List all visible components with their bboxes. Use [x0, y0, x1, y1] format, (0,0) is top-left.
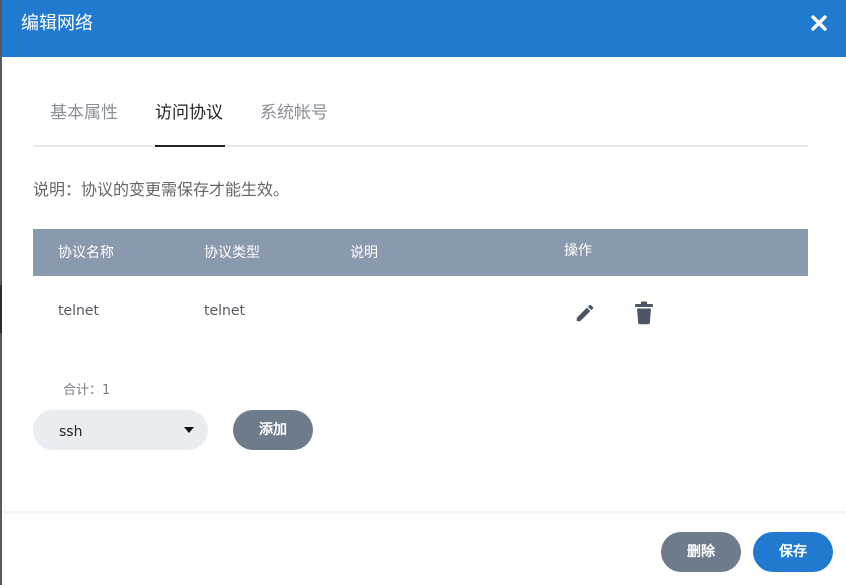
protocol-select-value: ssh	[59, 424, 83, 440]
protocol-note: 说明：协议的变更需保存才能生效。	[33, 180, 290, 199]
edit-icon	[576, 304, 594, 322]
column-header-protocol-name: 协议名称	[58, 245, 114, 261]
dialog-title: 编辑网络	[21, 13, 93, 34]
tab-bar: 基本属性 访问协议 系统帐号	[33, 90, 808, 147]
cell-protocol-type: telnet	[204, 303, 245, 319]
delete-button[interactable]: 删除	[661, 532, 741, 572]
column-header-actions: 操作	[564, 243, 592, 259]
left-edge	[0, 0, 2, 585]
save-button[interactable]: 保存	[753, 532, 833, 572]
tab-basic-properties[interactable]: 基本属性	[50, 98, 118, 123]
column-header-description: 说明	[350, 245, 378, 261]
delete-row-button[interactable]	[633, 301, 655, 329]
tab-system-account[interactable]: 系统帐号	[260, 98, 328, 123]
chevron-down-icon	[184, 427, 194, 433]
add-button[interactable]: 添加	[233, 410, 313, 450]
close-icon	[811, 15, 827, 31]
cell-protocol-name: telnet	[58, 303, 99, 319]
total-count: 合计：1	[63, 383, 111, 398]
left-edge-mark	[0, 285, 2, 333]
close-button[interactable]	[808, 12, 830, 34]
tab-access-protocol[interactable]: 访问协议	[155, 98, 223, 123]
dialog-header: 编辑网络	[2, 0, 846, 57]
footer-divider	[2, 511, 846, 514]
edit-button[interactable]	[574, 302, 596, 328]
column-header-protocol-type: 协议类型	[204, 245, 260, 261]
table-row: telnet telnet	[33, 276, 808, 348]
table-header: 协议名称 协议类型 说明 操作	[33, 229, 808, 276]
protocol-select[interactable]: ssh	[33, 410, 208, 450]
trash-icon	[635, 301, 653, 325]
active-tab-indicator	[155, 145, 225, 147]
